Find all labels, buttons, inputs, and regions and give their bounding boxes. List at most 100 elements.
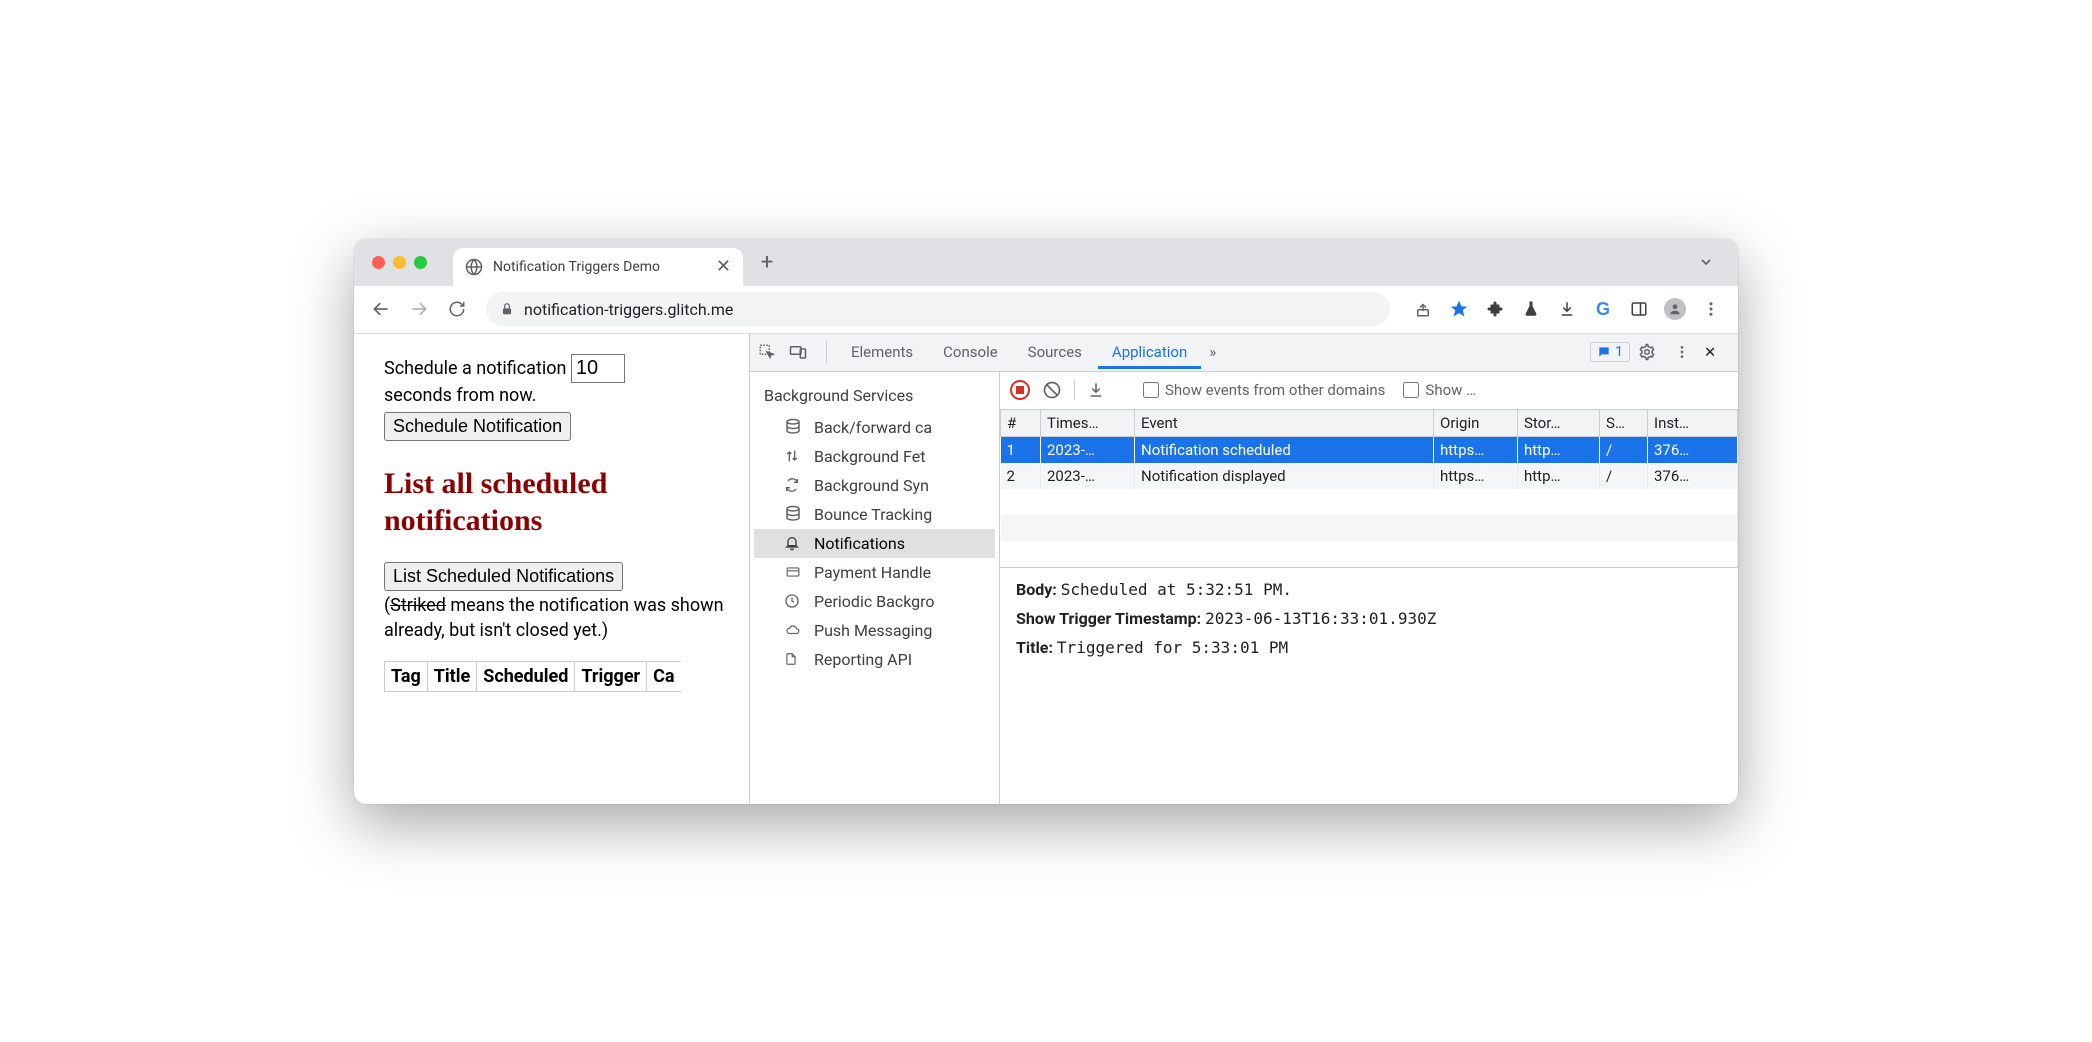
new-tab-button[interactable]: + <box>751 250 783 275</box>
side-panel-icon[interactable] <box>1622 292 1656 326</box>
sidebar-item-bg-fetch[interactable]: Background Fet <box>754 442 995 471</box>
close-window-button[interactable] <box>372 256 385 269</box>
sidebar-item-label: Back/forward ca <box>814 418 932 437</box>
address-bar[interactable]: notification-triggers.glitch.me <box>486 292 1390 326</box>
hint-striked: Striked <box>390 595 446 616</box>
labs-icon[interactable] <box>1514 292 1548 326</box>
table-row <box>1001 489 1738 515</box>
detail-body-label: Body: <box>1016 580 1057 599</box>
col-instance[interactable]: Inst… <box>1648 410 1738 437</box>
sidebar-item-label: Periodic Backgro <box>814 592 935 611</box>
sidebar-item-bg-sync[interactable]: Background Syn <box>754 471 995 500</box>
devtools-sidebar: Background Services Back/forward ca Back… <box>750 372 1000 804</box>
sidebar-item-label: Background Fet <box>814 447 925 466</box>
arrows-vertical-icon <box>784 447 804 465</box>
cloud-icon <box>784 623 804 637</box>
sidebar-item-label: Reporting API <box>814 650 912 669</box>
toolbar-actions: G <box>1406 292 1728 326</box>
sync-icon <box>784 477 804 493</box>
tab-application[interactable]: Application <box>1098 335 1201 369</box>
sidebar-item-periodic[interactable]: Periodic Backgro <box>754 587 995 616</box>
schedule-notification-button[interactable]: Schedule Notification <box>384 412 571 441</box>
devtools-menu-icon[interactable] <box>1674 344 1696 360</box>
database-icon <box>784 505 804 523</box>
reload-button[interactable] <box>440 292 474 326</box>
detail-title-value: Triggered for 5:33:01 PM <box>1057 638 1288 657</box>
forward-button[interactable] <box>402 292 436 326</box>
demo-page: Schedule a notification seconds from now… <box>354 334 749 804</box>
show-other-domains-checkbox[interactable]: Show events from other domains <box>1143 381 1385 399</box>
table-row <box>1001 541 1738 567</box>
col-origin[interactable]: Origin <box>1434 410 1518 437</box>
event-details: Body: Scheduled at 5:32:51 PM. Show Trig… <box>1000 568 1738 679</box>
sidebar-item-reporting[interactable]: Reporting API <box>754 645 995 674</box>
sidebar-item-bounce[interactable]: Bounce Tracking <box>754 500 995 529</box>
clear-icon[interactable] <box>1042 380 1062 400</box>
sidebar-item-bfcache[interactable]: Back/forward ca <box>754 413 995 442</box>
seconds-input[interactable] <box>571 354 625 383</box>
device-toggle-icon[interactable] <box>788 343 816 361</box>
col-scope[interactable]: S… <box>1600 410 1648 437</box>
detail-title-label: Title: <box>1016 638 1053 657</box>
file-icon <box>784 650 804 668</box>
issues-badge[interactable]: 1 <box>1590 342 1630 362</box>
kebab-menu-icon[interactable] <box>1694 292 1728 326</box>
tab-console[interactable]: Console <box>929 335 1012 369</box>
devtools-panel: Elements Console Sources Application » 1 <box>749 334 1738 804</box>
show-more-checkbox[interactable]: Show … <box>1403 381 1476 399</box>
browser-window: Notification Triggers Demo ✕ + notificat… <box>354 239 1738 804</box>
inspect-icon[interactable] <box>758 343 786 361</box>
download-icon[interactable] <box>1087 381 1105 399</box>
list-scheduled-button[interactable]: List Scheduled Notifications <box>384 562 623 591</box>
minimize-window-button[interactable] <box>393 256 406 269</box>
browser-toolbar: notification-triggers.glitch.me G <box>354 286 1738 334</box>
clock-icon <box>784 593 804 609</box>
sidebar-item-push[interactable]: Push Messaging <box>754 616 995 645</box>
google-account-icon[interactable]: G <box>1586 292 1620 326</box>
col-timestamp[interactable]: Times… <box>1041 410 1135 437</box>
sidebar-item-notifications[interactable]: Notifications <box>754 529 995 558</box>
col-event[interactable]: Event <box>1135 410 1434 437</box>
sidebar-item-payment[interactable]: Payment Handle <box>754 558 995 587</box>
table-header-row: # Times… Event Origin Stor… S… Inst… <box>1001 410 1738 437</box>
table-row[interactable]: 2 2023-… Notification displayed https… h… <box>1001 463 1738 489</box>
tabs-overflow-icon[interactable]: » <box>1203 335 1222 369</box>
tabs-menu-icon[interactable] <box>1698 254 1726 270</box>
detail-trigger-value: 2023-06-13T16:33:01.930Z <box>1205 609 1436 628</box>
tab-sources[interactable]: Sources <box>1014 335 1096 369</box>
schedule-label-post: seconds from now. <box>384 385 536 406</box>
content-area: Schedule a notification seconds from now… <box>354 334 1738 804</box>
schedule-label-pre: Schedule a notification <box>384 358 566 379</box>
checkbox-label: Show … <box>1425 381 1476 399</box>
extensions-icon[interactable] <box>1478 292 1512 326</box>
share-icon[interactable] <box>1406 292 1440 326</box>
downloads-icon[interactable] <box>1550 292 1584 326</box>
devtools-main: Show events from other domains Show … <box>1000 372 1738 804</box>
profile-avatar[interactable] <box>1658 292 1692 326</box>
browser-tab[interactable]: Notification Triggers Demo ✕ <box>453 248 743 286</box>
fullscreen-window-button[interactable] <box>414 256 427 269</box>
database-icon <box>784 418 804 436</box>
sidebar-item-label: Payment Handle <box>814 563 931 582</box>
lock-icon <box>500 302 514 316</box>
devtools-close-icon[interactable]: ✕ <box>1704 344 1730 361</box>
table-row <box>1001 515 1738 541</box>
sidebar-item-label: Push Messaging <box>814 621 932 640</box>
col-storage[interactable]: Stor… <box>1518 410 1600 437</box>
tab-elements[interactable]: Elements <box>837 335 927 369</box>
col-cancel: Ca <box>647 662 681 692</box>
col-num[interactable]: # <box>1001 410 1041 437</box>
tab-strip: Notification Triggers Demo ✕ + <box>354 239 1738 286</box>
detail-trigger-label: Show Trigger Timestamp: <box>1016 609 1201 628</box>
settings-icon[interactable] <box>1638 343 1666 361</box>
window-controls <box>372 256 427 269</box>
page-heading: List all scheduled notifications <box>384 465 729 540</box>
record-button[interactable] <box>1010 380 1030 400</box>
bookmark-star-icon[interactable] <box>1442 292 1476 326</box>
tab-close-icon[interactable]: ✕ <box>716 256 731 277</box>
events-toolbar: Show events from other domains Show … <box>1000 372 1738 410</box>
back-button[interactable] <box>364 292 398 326</box>
sidebar-item-label: Bounce Tracking <box>814 505 932 524</box>
table-row[interactable]: 1 2023-… Notification scheduled https… h… <box>1001 436 1738 463</box>
detail-body-value: Scheduled at 5:32:51 PM. <box>1061 580 1292 599</box>
